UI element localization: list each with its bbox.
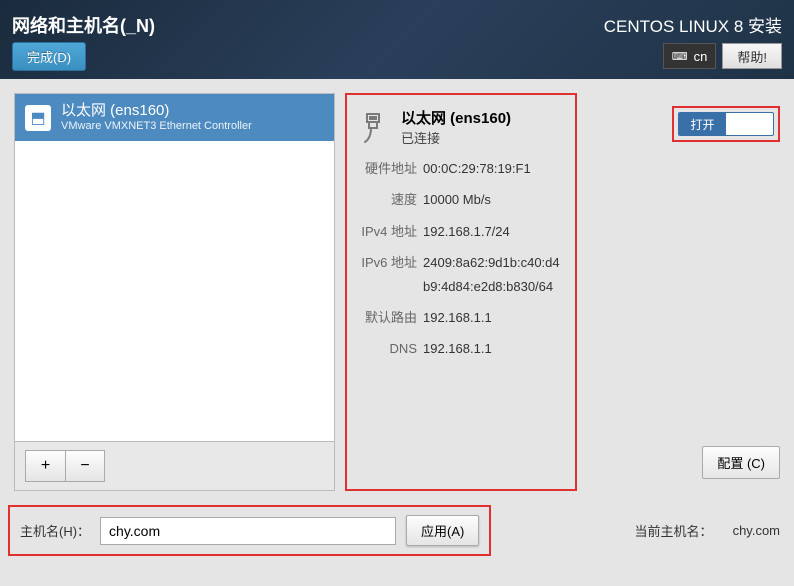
ethernet-icon: ⬒ [25, 105, 51, 131]
network-list-item[interactable]: ⬒ 以太网 (ens160) VMware VMXNET3 Ethernet C… [15, 94, 334, 141]
speed-label: 速度 [361, 188, 417, 211]
route-value: 192.168.1.1 [423, 306, 492, 329]
detail-title: 以太网 (ens160) [401, 107, 511, 128]
remove-network-button[interactable]: − [65, 450, 105, 482]
ipv6-label: IPv6 地址 [361, 251, 417, 298]
network-detail-panel: 以太网 (ens160) 已连接 硬件地址 00:0C:29:78:19:F1 速… [345, 93, 577, 491]
add-network-button[interactable]: + [25, 450, 65, 482]
header-bar: 网络和主机名(_N) 完成(D) CENTOS LINUX 8 安装 ⌨ cn … [0, 0, 794, 79]
hw-addr-value: 00:0C:29:78:19:F1 [423, 157, 531, 180]
configure-button[interactable]: 配置 (C) [702, 446, 780, 479]
keyboard-indicator[interactable]: ⌨ cn [663, 43, 717, 69]
keyboard-layout: cn [694, 49, 708, 64]
hostname-edit-group: 主机名(H)： 应用(A) [8, 505, 491, 556]
speed-value: 10000 Mb/s [423, 188, 491, 211]
ipv6-value: 2409:8a62:9d1b:c40:d4b9:4d84:e2d8:b830/6… [423, 251, 561, 298]
network-item-name: 以太网 (ens160) [61, 102, 252, 120]
hw-addr-label: 硬件地址 [361, 157, 417, 180]
network-item-subtitle: VMware VMXNET3 Ethernet Controller [61, 120, 252, 133]
hostname-input[interactable] [100, 517, 396, 545]
ipv4-label: IPv4 地址 [361, 220, 417, 243]
dns-label: DNS [361, 337, 417, 360]
connection-toggle-wrap: 打开 [672, 106, 780, 142]
route-label: 默认路由 [361, 306, 417, 329]
current-hostname-label: 当前主机名： [635, 521, 713, 540]
help-button[interactable]: 帮助! [722, 43, 782, 69]
apply-button[interactable]: 应用(A) [406, 515, 479, 546]
ethernet-plug-icon [361, 110, 391, 144]
network-sidebar: ⬒ 以太网 (ens160) VMware VMXNET3 Ethernet C… [14, 93, 335, 491]
toggle-on-label: 打开 [679, 113, 726, 135]
ipv4-value: 192.168.1.7/24 [423, 220, 510, 243]
keyboard-icon: ⌨ [672, 50, 688, 63]
detail-status: 已连接 [401, 128, 511, 147]
connection-toggle[interactable]: 打开 [678, 112, 774, 136]
current-hostname-value: chy.com [733, 523, 780, 538]
product-name: CENTOS LINUX 8 安装 [604, 12, 782, 37]
hostname-label: 主机名(H)： [20, 521, 90, 540]
done-button[interactable]: 完成(D) [12, 42, 86, 71]
network-list: ⬒ 以太网 (ens160) VMware VMXNET3 Ethernet C… [14, 93, 335, 442]
dns-value: 192.168.1.1 [423, 337, 492, 360]
